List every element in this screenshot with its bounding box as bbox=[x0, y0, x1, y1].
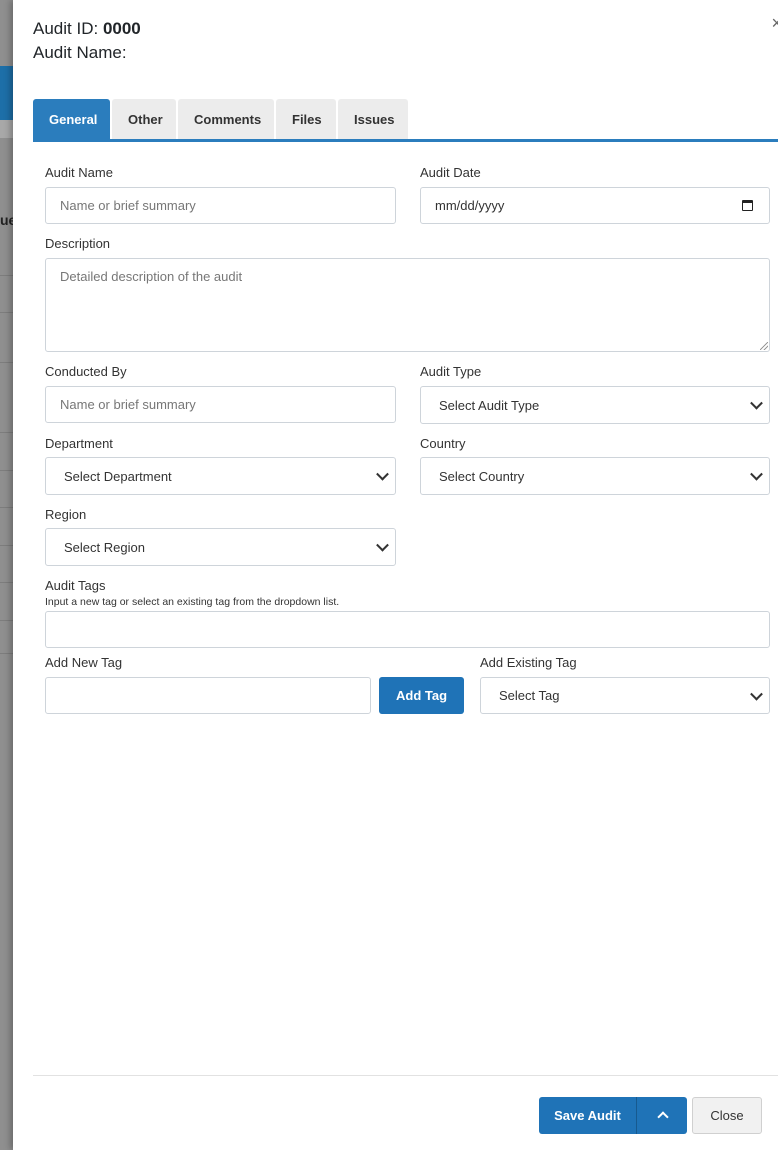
chevron-down-icon bbox=[376, 538, 389, 552]
add-existing-tag-select[interactable]: Select Tag bbox=[480, 677, 770, 714]
audit-name-label: Audit Name bbox=[45, 165, 113, 180]
audit-date-input[interactable]: mm/dd/yyyy bbox=[420, 187, 770, 224]
resize-handle-icon[interactable] bbox=[760, 342, 768, 350]
close-icon[interactable]: × bbox=[771, 14, 778, 32]
audit-id-value: 0000 bbox=[102, 19, 141, 38]
tab-comments[interactable]: Comments bbox=[178, 99, 274, 139]
add-new-tag-input[interactable] bbox=[45, 677, 371, 714]
tab-other[interactable]: Other bbox=[112, 99, 176, 139]
save-options-toggle[interactable] bbox=[637, 1097, 687, 1134]
audit-id-label: Audit ID: bbox=[33, 19, 99, 38]
audit-date-placeholder: mm/dd/yyyy bbox=[435, 198, 505, 213]
background-row-divider bbox=[0, 275, 14, 276]
audit-type-select[interactable]: Select Audit Type bbox=[420, 386, 770, 424]
conducted-by-input[interactable] bbox=[45, 386, 396, 423]
chevron-up-icon bbox=[657, 1111, 669, 1123]
background-row-divider bbox=[0, 507, 14, 508]
region-label: Region bbox=[45, 507, 87, 522]
background-row-divider bbox=[0, 620, 14, 621]
background-app: ue bbox=[0, 0, 16, 1150]
background-row-divider bbox=[0, 545, 14, 546]
department-label: Department bbox=[45, 436, 113, 451]
country-select[interactable]: Select Country bbox=[420, 457, 770, 495]
country-selected: Select Country bbox=[439, 468, 525, 484]
background-row-divider bbox=[0, 312, 14, 313]
audit-tags-label: Audit Tags bbox=[45, 578, 106, 593]
background-row-divider bbox=[0, 432, 14, 433]
chevron-down-icon bbox=[750, 396, 763, 410]
audit-type-label: Audit Type bbox=[420, 364, 482, 379]
chevron-down-icon bbox=[750, 687, 763, 701]
tab-bar: General Other Comments Files Issues bbox=[33, 99, 408, 139]
audit-tags-input[interactable] bbox=[45, 611, 770, 648]
add-existing-tag-label: Add Existing Tag bbox=[480, 655, 577, 670]
calendar-icon[interactable] bbox=[742, 200, 753, 211]
footer-divider bbox=[33, 1075, 778, 1076]
region-select[interactable]: Select Region bbox=[45, 528, 396, 566]
add-new-tag-label: Add New Tag bbox=[45, 655, 123, 670]
background-header-bar bbox=[0, 66, 14, 120]
add-tag-button[interactable]: Add Tag bbox=[379, 677, 464, 714]
background-row-divider bbox=[0, 653, 14, 654]
audit-name-input[interactable] bbox=[45, 187, 396, 224]
conducted-by-label: Conducted By bbox=[45, 364, 127, 379]
description-textarea[interactable] bbox=[45, 258, 770, 352]
save-audit-button[interactable]: Save Audit bbox=[539, 1097, 637, 1134]
audit-tags-help: Input a new tag or select an existing ta… bbox=[45, 596, 340, 608]
region-selected: Select Region bbox=[64, 539, 145, 555]
audit-type-selected: Select Audit Type bbox=[439, 397, 540, 413]
tab-general[interactable]: General bbox=[33, 99, 110, 139]
tab-underline bbox=[33, 139, 778, 142]
department-select[interactable]: Select Department bbox=[45, 457, 396, 495]
background-strip bbox=[0, 120, 14, 138]
background-row-divider bbox=[0, 362, 14, 363]
audit-modal: × Audit ID: 0000 Audit Name: General Oth… bbox=[13, 0, 778, 1150]
add-existing-tag-selected: Select Tag bbox=[499, 688, 560, 703]
chevron-down-icon bbox=[750, 467, 763, 481]
background-row-divider bbox=[0, 582, 14, 583]
chevron-down-icon bbox=[376, 467, 389, 481]
audit-name-label: Audit Name: bbox=[33, 43, 127, 62]
description-label: Description bbox=[45, 236, 111, 251]
description-wrapper bbox=[45, 258, 770, 352]
background-row-divider bbox=[0, 470, 14, 471]
tab-issues[interactable]: Issues bbox=[338, 99, 408, 139]
department-selected: Select Department bbox=[64, 468, 172, 484]
country-label: Country bbox=[420, 436, 466, 451]
audit-id-line: Audit ID: 0000 bbox=[33, 17, 141, 41]
save-audit-split-button: Save Audit bbox=[539, 1097, 687, 1134]
modal-header: Audit ID: 0000 Audit Name: bbox=[33, 17, 141, 65]
close-button[interactable]: Close bbox=[692, 1097, 762, 1134]
tab-files[interactable]: Files bbox=[276, 99, 336, 139]
audit-date-label: Audit Date bbox=[420, 165, 481, 180]
